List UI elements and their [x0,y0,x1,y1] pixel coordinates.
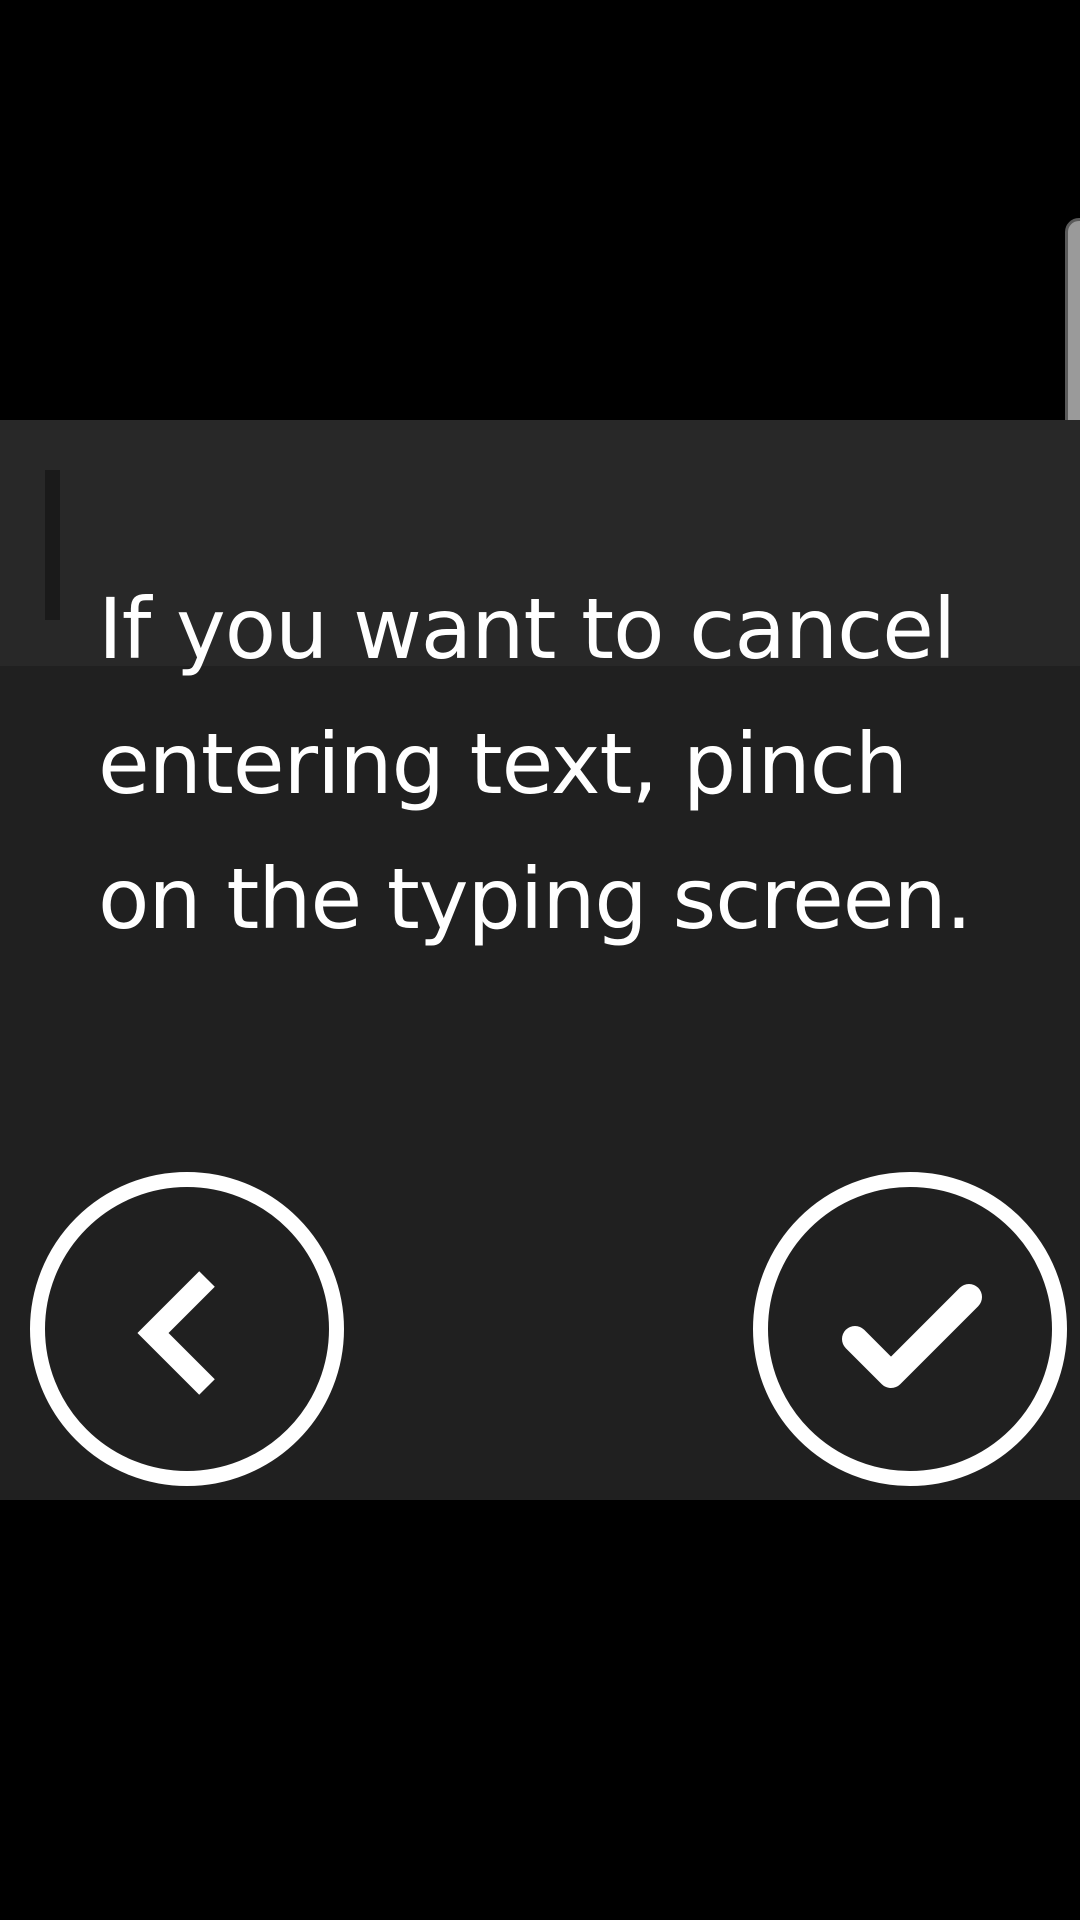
help-message: If you want to cancel entering text, pin… [98,580,972,948]
screen: If you want to cancel entering text, pin… [0,0,1080,1920]
back-button[interactable] [30,1172,344,1486]
chevron-left-icon [137,1271,215,1395]
help-dialog: If you want to cancel entering text, pin… [0,420,1080,1500]
checkmark-icon [842,1284,982,1388]
text-cursor [45,470,60,620]
confirm-button[interactable] [753,1172,1067,1486]
